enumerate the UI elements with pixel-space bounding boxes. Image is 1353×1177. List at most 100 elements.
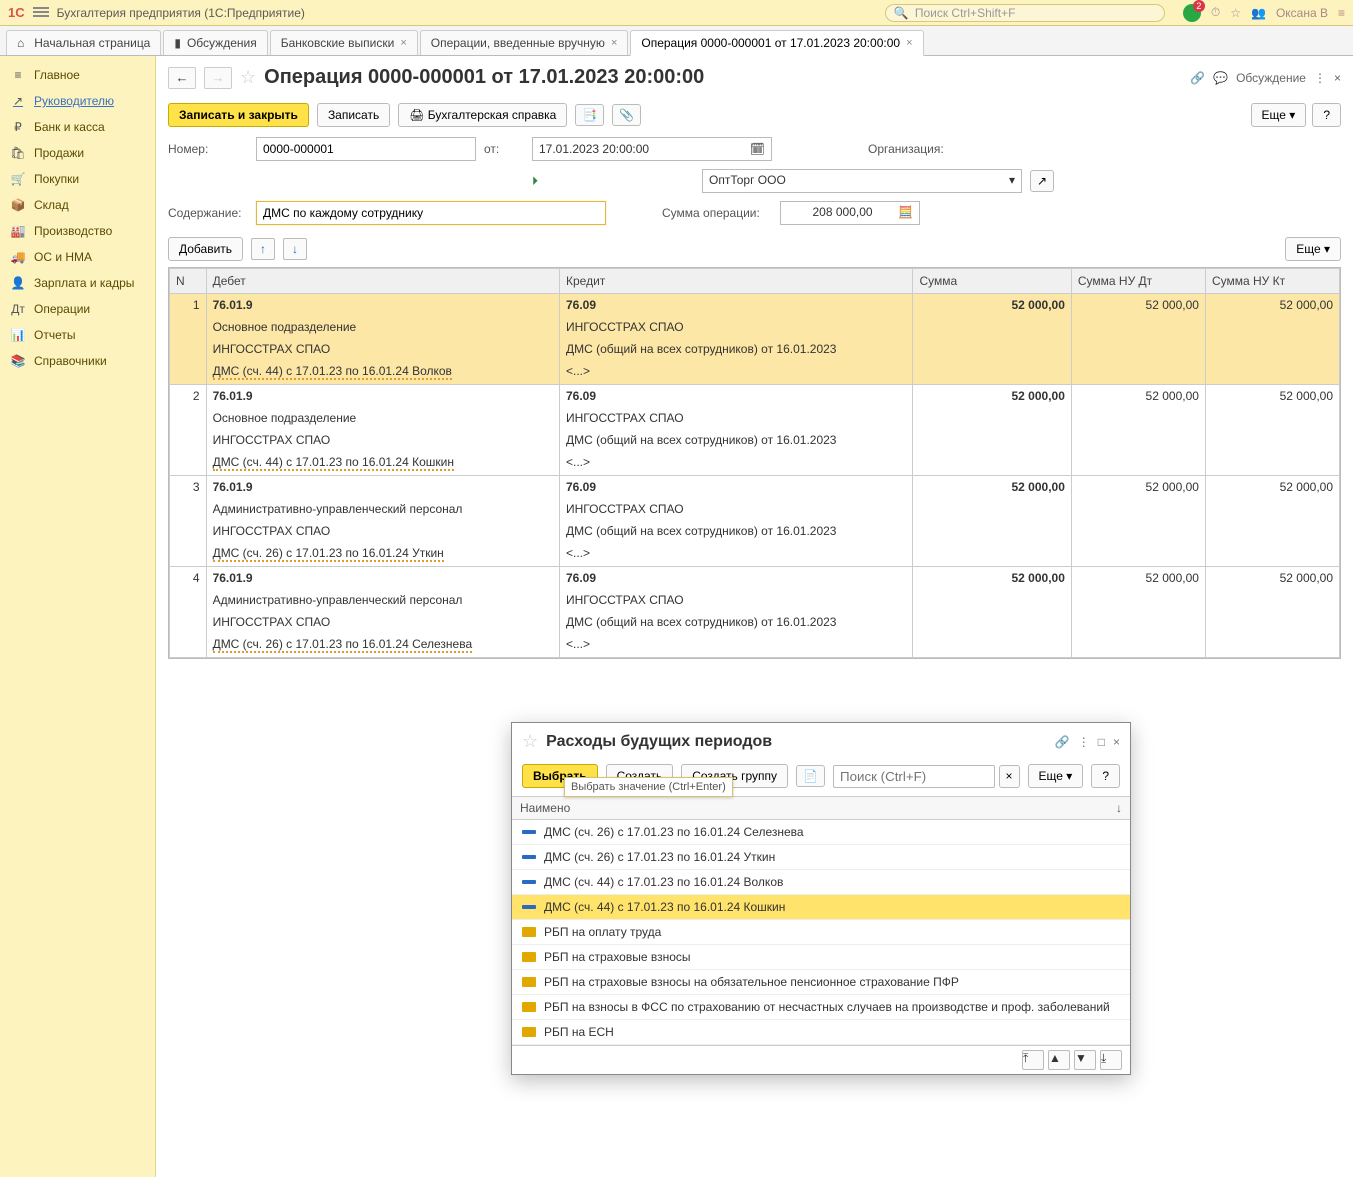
cell-sum[interactable]: 52 000,00	[913, 476, 1071, 499]
col-n[interactable]: N	[170, 269, 207, 294]
clear-search-button[interactable]: ×	[999, 765, 1020, 788]
cell-debit-sub1[interactable]: Основное подразделение	[206, 407, 559, 429]
kebab-icon[interactable]: ⋮	[1314, 71, 1326, 85]
chevron-down-icon[interactable]: ▾	[1009, 173, 1015, 189]
tab-discuss[interactable]: ▮Обсуждения	[163, 30, 267, 55]
table-row[interactable]: ИНГОССТРАХ СПАОДМС (общий на всех сотруд…	[170, 429, 1340, 451]
sidebar-item[interactable]: 📦Склад	[0, 192, 155, 218]
cell-debit-acc[interactable]: 76.01.9	[206, 567, 559, 590]
table-row[interactable]: ИНГОССТРАХ СПАОДМС (общий на всех сотруд…	[170, 520, 1340, 542]
close-icon[interactable]: ×	[1113, 735, 1120, 749]
scroll-bottom-button[interactable]: ⤓	[1100, 1050, 1122, 1070]
save-close-button[interactable]: Записать и закрыть	[168, 103, 309, 127]
menu-icon[interactable]	[33, 7, 49, 19]
cell-credit-sub3[interactable]: <...>	[560, 451, 913, 476]
cell-nud[interactable]: 52 000,00	[1071, 476, 1205, 499]
sidebar-item[interactable]: ≡Главное	[0, 62, 155, 88]
date-status-icon[interactable]: ⏵	[532, 174, 538, 189]
dialog-search[interactable]	[833, 765, 995, 788]
sidebar-item[interactable]: ДтОперации	[0, 296, 155, 322]
cell-sum[interactable]: 52 000,00	[913, 567, 1071, 590]
cell-credit-sub3[interactable]: <...>	[560, 633, 913, 658]
scroll-down-button[interactable]: ▼	[1074, 1050, 1096, 1070]
table-row[interactable]: 176.01.976.0952 000,0052 000,0052 000,00	[170, 294, 1340, 317]
cell-sum[interactable]: 52 000,00	[913, 385, 1071, 408]
kebab-icon[interactable]: ⋮	[1078, 735, 1090, 749]
dialog-more-button[interactable]: Еще ▾	[1028, 764, 1084, 788]
cell-debit-sub3[interactable]: ДМС (сч. 44) с 17.01.23 по 16.01.24 Кошк…	[206, 451, 559, 476]
cell-debit-sub1[interactable]: Основное подразделение	[206, 316, 559, 338]
cell-nud[interactable]: 52 000,00	[1071, 385, 1205, 408]
table-row[interactable]: Административно-управленческий персоналИ…	[170, 498, 1340, 520]
cell-nud[interactable]: 52 000,00	[1071, 567, 1205, 590]
cell-credit-acc[interactable]: 76.09	[560, 385, 913, 408]
discuss-label[interactable]: Обсуждение	[1236, 71, 1306, 85]
table-row[interactable]: Основное подразделениеИНГОССТРАХ СПАО	[170, 407, 1340, 429]
table-row[interactable]: ДМС (сч. 26) с 17.01.23 по 16.01.24 Селе…	[170, 633, 1340, 658]
list-item[interactable]: РБП на страховые взносы на обязательное …	[512, 970, 1130, 995]
close-icon[interactable]: ×	[1334, 71, 1341, 85]
cell-credit-sub2[interactable]: ДМС (общий на всех сотрудников) от 16.01…	[560, 338, 913, 360]
tab-bank[interactable]: Банковские выписки×	[270, 30, 418, 55]
list-item[interactable]: РБП на взносы в ФСС по страхованию от не…	[512, 995, 1130, 1020]
cell-credit-sub2[interactable]: ДМС (общий на всех сотрудников) от 16.01…	[560, 429, 913, 451]
table-row[interactable]: 476.01.976.0952 000,0052 000,0052 000,00	[170, 567, 1340, 590]
cell-debit-sub3[interactable]: ДМС (сч. 44) с 17.01.23 по 16.01.24 Волк…	[206, 360, 559, 385]
list-item[interactable]: РБП на ЕСН	[512, 1020, 1130, 1045]
cell-credit-sub1[interactable]: ИНГОССТРАХ СПАО	[560, 498, 913, 520]
link-icon[interactable]: 🔗	[1190, 71, 1205, 85]
sidebar-item[interactable]: ₽Банк и касса	[0, 114, 155, 140]
favorite-icon[interactable]: ☆	[522, 731, 538, 752]
sidebar-item[interactable]: 🏭Производство	[0, 218, 155, 244]
scroll-up-button[interactable]: ▲	[1048, 1050, 1070, 1070]
table-row[interactable]: ДМС (сч. 26) с 17.01.23 по 16.01.24 Утки…	[170, 542, 1340, 567]
col-nud[interactable]: Сумма НУ Дт	[1071, 269, 1205, 294]
cell-debit-sub3[interactable]: ДМС (сч. 26) с 17.01.23 по 16.01.24 Селе…	[206, 633, 559, 658]
close-icon[interactable]: ×	[906, 37, 912, 49]
cell-nuk[interactable]: 52 000,00	[1205, 476, 1339, 499]
cell-debit-sub2[interactable]: ИНГОССТРАХ СПАО	[206, 611, 559, 633]
cell-debit-acc[interactable]: 76.01.9	[206, 476, 559, 499]
global-search[interactable]: 🔍 Поиск Ctrl+Shift+F	[885, 4, 1165, 22]
calendar-icon[interactable]: 🗓	[750, 142, 765, 156]
cell-credit-sub3[interactable]: <...>	[560, 542, 913, 567]
cell-credit-sub1[interactable]: ИНГОССТРАХ СПАО	[560, 407, 913, 429]
cell-debit-sub2[interactable]: ИНГОССТРАХ СПАО	[206, 429, 559, 451]
cell-debit-sub2[interactable]: ИНГОССТРАХ СПАО	[206, 520, 559, 542]
col-credit[interactable]: Кредит	[560, 269, 913, 294]
col-name[interactable]: Наимено	[520, 801, 1116, 815]
dialog-help-button[interactable]: ?	[1091, 764, 1120, 788]
list-item[interactable]: РБП на страховые взносы	[512, 945, 1130, 970]
cell-debit-acc[interactable]: 76.01.9	[206, 294, 559, 317]
history-icon[interactable]: ⏱	[1211, 5, 1220, 20]
sidebar-item[interactable]: 🛍Продажи	[0, 140, 155, 166]
cell-credit-acc[interactable]: 76.09	[560, 294, 913, 317]
scroll-top-button[interactable]: ⤒	[1022, 1050, 1044, 1070]
tab-manual-ops[interactable]: Операции, введенные вручную×	[420, 30, 629, 55]
cell-sum[interactable]: 52 000,00	[913, 294, 1071, 317]
acc-ref-button[interactable]: 🖨 Бухгалтерская справка	[398, 103, 567, 127]
more-button[interactable]: Еще ▾	[1251, 103, 1307, 127]
list-item[interactable]: РБП на оплату труда	[512, 920, 1130, 945]
back-button[interactable]: ←	[168, 67, 196, 89]
help-button[interactable]: ?	[1312, 103, 1341, 127]
cell-credit-acc[interactable]: 76.09	[560, 476, 913, 499]
list-item[interactable]: ДМС (сч. 26) с 17.01.23 по 16.01.24 Селе…	[512, 820, 1130, 845]
sort-icon[interactable]: ↓	[1116, 801, 1122, 815]
cell-debit-sub2[interactable]: ИНГОССТРАХ СПАО	[206, 338, 559, 360]
maximize-icon[interactable]: □	[1098, 735, 1105, 749]
cell-debit-sub1[interactable]: Административно-управленческий персонал	[206, 589, 559, 611]
favorite-icon[interactable]: ☆	[240, 67, 256, 88]
calc-icon[interactable]: 🧮	[898, 205, 913, 221]
attach-button[interactable]: 📎	[612, 104, 641, 126]
cell-nuk[interactable]: 52 000,00	[1205, 385, 1339, 408]
table-row[interactable]: Административно-управленческий персоналИ…	[170, 589, 1340, 611]
cell-nud[interactable]: 52 000,00	[1071, 294, 1205, 317]
cell-debit-sub1[interactable]: Административно-управленческий персонал	[206, 498, 559, 520]
cell-nuk[interactable]: 52 000,00	[1205, 294, 1339, 317]
bell-icon[interactable]	[1183, 4, 1201, 22]
table-row[interactable]: 376.01.976.0952 000,0052 000,0052 000,00	[170, 476, 1340, 499]
sidebar-item[interactable]: 📚Справочники	[0, 348, 155, 374]
sidebar-item[interactable]: ↗Руководителю	[0, 88, 155, 114]
number-field[interactable]	[256, 137, 476, 161]
